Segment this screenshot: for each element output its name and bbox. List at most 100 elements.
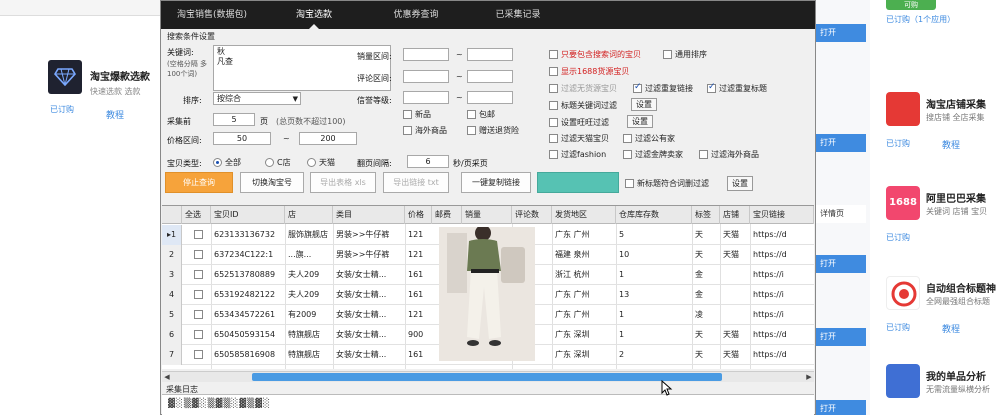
- header-item-id[interactable]: 宝贝ID: [211, 206, 285, 224]
- title-filter-settings-button[interactable]: 设置: [631, 98, 657, 111]
- row-number: 6: [162, 325, 182, 345]
- header-link[interactable]: 宝贝链接: [750, 206, 814, 224]
- header-shop[interactable]: 店: [285, 206, 333, 224]
- logo-1688-icon: 1688: [886, 186, 920, 220]
- scroll-left-icon[interactable]: ◀: [162, 372, 172, 382]
- dsr-max-select[interactable]: [467, 91, 513, 104]
- cell-category: 女装/女士精...: [336, 270, 387, 279]
- app-card-taobao-hot[interactable]: 淘宝爆款选款 快速选款 选款 已订购 教程: [40, 60, 160, 126]
- open-button[interactable]: 打开: [816, 255, 866, 273]
- radio-all[interactable]: 全部: [213, 157, 241, 168]
- checkbox-shop-filter[interactable]: 设置旺旺过滤: [549, 117, 609, 128]
- checkbox-filter-dup-link[interactable]: 过滤重复链接: [633, 82, 693, 94]
- radio-c-shop[interactable]: C店: [265, 157, 291, 168]
- reviews-min-input[interactable]: [403, 70, 449, 83]
- row-checkbox[interactable]: [194, 290, 203, 299]
- header-sales[interactable]: 销量: [462, 206, 512, 224]
- scrollbar-thumb[interactable]: [252, 373, 722, 381]
- checkbox-filter-dup-title[interactable]: 过滤重复标题: [707, 82, 767, 94]
- settings-button[interactable]: 设置: [727, 176, 753, 191]
- checkbox-filter-overseas[interactable]: 过滤海外商品: [699, 149, 759, 160]
- cell-link: https://i: [753, 290, 784, 299]
- checkbox-box: [467, 126, 476, 135]
- cell-price: 900: [408, 330, 424, 339]
- copy-links-button[interactable]: 一键复制链接: [461, 172, 531, 193]
- row-checkbox[interactable]: [194, 310, 203, 319]
- horizontal-scrollbar[interactable]: ◀ ▶: [162, 371, 814, 382]
- checkbox-filter-tmall[interactable]: 过滤天猫宝贝: [549, 133, 609, 144]
- reviews-max-input[interactable]: [467, 70, 513, 83]
- header-reviews[interactable]: 评论数: [512, 206, 552, 224]
- cell-item-id: 650450593154: [214, 330, 276, 339]
- taobao-selection-window: 淘宝销售(数据包) 淘宝选款 优惠券查询 已采集记录 搜索条件设置 关键词: (…: [160, 0, 816, 415]
- tab-coupon-query[interactable]: 优惠券查询: [365, 1, 467, 29]
- app-card-tutorial-link[interactable]: 教程: [942, 138, 960, 151]
- row-checkbox[interactable]: [194, 250, 203, 259]
- cell-price: 161: [408, 350, 424, 359]
- row-checkbox[interactable]: [194, 350, 203, 359]
- checkbox-filter-gold[interactable]: 过滤金牌卖家: [623, 149, 683, 160]
- checkbox-new-title-check[interactable]: 新标题符合词删过滤: [625, 178, 709, 189]
- app-card-name: 自动组合标题神: [926, 284, 996, 295]
- price-max-input[interactable]: 200: [299, 132, 357, 145]
- checkbox-box: [403, 126, 412, 135]
- buy-pill[interactable]: 可购: [886, 0, 936, 10]
- sort-select[interactable]: 按综合 ▼: [213, 92, 301, 105]
- checkbox-new[interactable]: 新品: [403, 109, 431, 120]
- header-area[interactable]: 发货地区: [552, 206, 616, 224]
- radio-label: C店: [277, 158, 291, 167]
- checkbox-free-shipping[interactable]: 包邮: [467, 109, 495, 120]
- checkbox-filter-self[interactable]: 过滤公有家: [623, 133, 675, 144]
- stop-query-button[interactable]: 停止查询: [165, 172, 233, 193]
- checkbox-label: 海外商品: [415, 126, 447, 135]
- checkbox-filter-no-source[interactable]: 过滤无货源宝贝: [549, 83, 617, 94]
- row-checkbox[interactable]: [194, 230, 203, 239]
- checkbox-only-title[interactable]: 只要包含搜索词的宝贝: [549, 49, 641, 60]
- row-checkbox[interactable]: [194, 330, 203, 339]
- dsr-label: 信誉等级:: [357, 96, 392, 105]
- tab-taobao-sales[interactable]: 淘宝销售(数据包): [161, 1, 263, 29]
- shop-filter-settings-button[interactable]: 设置: [627, 115, 653, 128]
- checkbox-overseas[interactable]: 海外商品: [403, 125, 447, 136]
- app-card-tutorial-link[interactable]: 教程: [942, 322, 960, 335]
- collect-pages-input[interactable]: 5: [213, 113, 255, 126]
- export-txt-button[interactable]: 导出链接 txt: [383, 172, 449, 193]
- dsr-min-select[interactable]: [403, 91, 449, 104]
- radio-tmall[interactable]: 天猫: [307, 157, 335, 168]
- price-label: 价格区间:: [167, 136, 202, 145]
- sales-max-input[interactable]: [467, 48, 513, 61]
- checkbox-title-filter[interactable]: 标题关键词过滤: [549, 100, 617, 111]
- export-xls-button[interactable]: 导出表格 xls: [310, 172, 376, 193]
- page-interval-input[interactable]: 6: [407, 155, 449, 168]
- teal-action-button[interactable]: [537, 172, 619, 193]
- open-button[interactable]: 打开: [816, 400, 866, 415]
- sales-min-input[interactable]: [403, 48, 449, 61]
- tab-taobao-selection[interactable]: 淘宝选款: [263, 1, 365, 29]
- row-checkbox[interactable]: [194, 270, 203, 279]
- header-shipping[interactable]: 邮费: [432, 206, 462, 224]
- detail-link[interactable]: 详情页: [816, 205, 866, 223]
- header-price[interactable]: 价格: [405, 206, 432, 224]
- checkbox-box: [403, 110, 412, 119]
- app-card-tutorial-link[interactable]: 教程: [106, 108, 124, 121]
- open-button[interactable]: 打开: [816, 24, 866, 42]
- header-tag[interactable]: 标签: [692, 206, 720, 224]
- header-category[interactable]: 类目: [333, 206, 405, 224]
- switch-account-button[interactable]: 切换淘宝号: [240, 172, 304, 193]
- checkbox-general-sort[interactable]: 通用排序: [663, 49, 707, 60]
- checkbox-return-insurance[interactable]: 赠送退货险: [467, 125, 519, 136]
- reviews-label: 评论区间:: [357, 74, 392, 83]
- cell-link: https://i: [753, 310, 784, 319]
- price-min-input[interactable]: 50: [213, 132, 271, 145]
- cell-stock: 10: [619, 250, 630, 259]
- checkbox-show-1688[interactable]: 显示1688货源宝贝: [549, 66, 629, 77]
- header-select-all[interactable]: 全选: [182, 206, 211, 224]
- checkbox-filter-fashion[interactable]: 过滤fashion: [549, 149, 606, 160]
- header-stock[interactable]: 仓库库存数: [616, 206, 692, 224]
- open-button[interactable]: 打开: [816, 134, 866, 152]
- app-card-bought: 已订购: [886, 323, 910, 332]
- tab-collected-records[interactable]: 已采集记录: [467, 1, 569, 29]
- scroll-right-icon[interactable]: ▶: [804, 372, 814, 382]
- header-store[interactable]: 店铺: [720, 206, 750, 224]
- open-button[interactable]: 打开: [816, 328, 866, 346]
